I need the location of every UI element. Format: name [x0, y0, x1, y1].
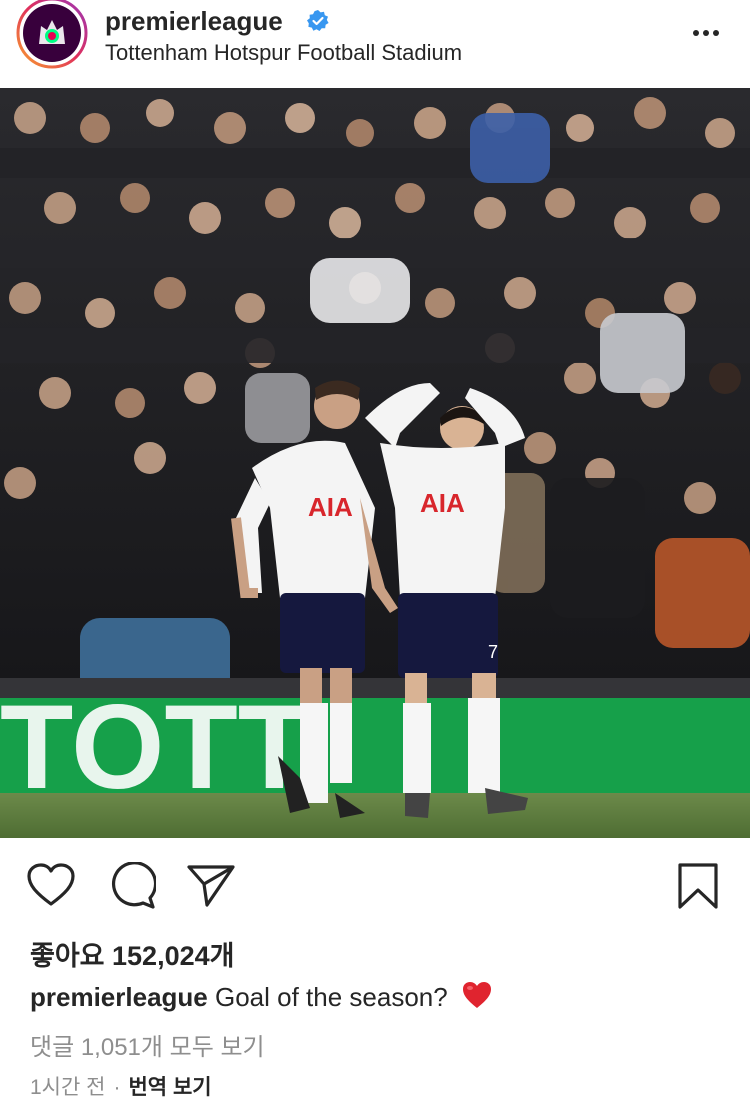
paper-plane-icon[interactable]	[186, 862, 236, 908]
post-photo[interactable]: TOTT AIA AIA 7	[0, 88, 750, 838]
post-caption: premierleague Goal of the season?	[30, 980, 493, 1013]
bookmark-icon[interactable]	[677, 862, 719, 910]
caption-username[interactable]: premierleague	[30, 982, 208, 1012]
post-timestamp: 1시간 전	[30, 1076, 106, 1099]
red-heart-emoji-icon	[462, 982, 491, 1008]
post-username[interactable]: premierleague	[105, 6, 283, 37]
heart-icon[interactable]	[26, 862, 76, 908]
pitch	[0, 793, 750, 838]
football-celebration-image: TOTT AIA AIA 7	[0, 88, 750, 838]
likes-count[interactable]: 좋아요 152,024개	[30, 934, 234, 973]
post-location[interactable]: Tottenham Hotspur Football Stadium	[105, 40, 462, 66]
post-header: premierleague Tottenham Hotspur Football…	[0, 0, 750, 88]
post-action-bar	[0, 838, 750, 928]
premier-league-logo-avatar[interactable]	[14, 0, 90, 70]
caption-text: Goal of the season?	[214, 982, 448, 1012]
shirt-text-right: AIA	[420, 488, 465, 518]
separator-dot: ·	[113, 1076, 121, 1099]
post-footer: 1시간 전 · 번역 보기	[30, 1071, 212, 1101]
more-options-icon[interactable]	[690, 20, 722, 46]
shirt-text-left: AIA	[308, 492, 353, 522]
verified-badge-icon	[307, 10, 329, 31]
comment-icon[interactable]	[108, 862, 156, 910]
shirt-number: 7	[488, 642, 498, 662]
view-all-comments-link[interactable]: 댓글 1,051개 모두 보기	[30, 1027, 265, 1062]
see-translation-link[interactable]: 번역 보기	[128, 1076, 211, 1099]
